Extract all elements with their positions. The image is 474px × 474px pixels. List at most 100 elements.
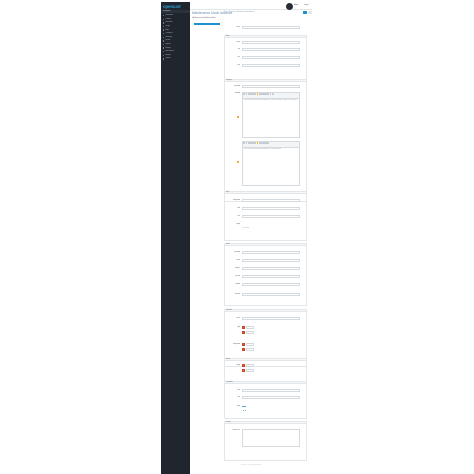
status-select[interactable]: Enabled (242, 26, 300, 29)
countdown-date-input[interactable]: 2017-01-01 (242, 389, 300, 392)
countdown-time-input[interactable]: 00:00 (242, 396, 300, 399)
text-editor-select[interactable]: Enabled (242, 85, 300, 88)
sidebar-item-label: Modules (165, 54, 172, 56)
facebook-row: Facebook Enabled (224, 251, 307, 254)
logout-link[interactable]: Logout (304, 5, 309, 6)
logo-thumbnail[interactable] (242, 326, 245, 329)
sidebar-item-label: Marketing (165, 36, 172, 38)
google-label: Google+ (235, 268, 240, 269)
message-editor[interactable]: We are currently performing scheduled ma… (242, 92, 300, 138)
linkedin-label: LinkedIn (235, 284, 240, 285)
bg-upload-field-2[interactable]: Upload (246, 348, 254, 351)
banner-thumbnail-2[interactable] (242, 369, 245, 372)
help-icon[interactable] (271, 93, 274, 96)
tag-icon (163, 18, 165, 21)
section-legend: Custom (225, 422, 306, 425)
subscribe-status-select[interactable]: Enabled (242, 317, 300, 320)
name-row: Name Maintenance (224, 41, 307, 44)
breadcrumb[interactable]: Home / Extensions / Maintenance Mode Adv… (224, 12, 254, 13)
message-label: Message (234, 93, 240, 94)
bg-thumbnail-2[interactable] (242, 348, 245, 351)
twitter-input[interactable]: http://twitter.com/ (242, 259, 300, 262)
linkedin-row: LinkedIn (224, 283, 307, 286)
color-input[interactable]: #FFF (242, 207, 300, 210)
save-button[interactable] (303, 10, 307, 14)
youtube-label: YouTube (234, 276, 240, 277)
linkedin-input[interactable] (242, 283, 300, 286)
image-row: Image (224, 223, 307, 226)
section-legend: Banner (225, 359, 306, 362)
custom-css-label: Custom CSS (232, 430, 241, 431)
countdown-toggle[interactable] (242, 406, 246, 408)
layout-icon (163, 58, 165, 60)
upload-image-link[interactable]: Upload image (242, 228, 249, 229)
sidebar-item-label: Settings (165, 47, 171, 49)
background-select[interactable]: Enabled (242, 199, 300, 202)
title-label: Title (237, 49, 240, 50)
cart-icon (163, 29, 165, 31)
editor-content[interactable]: We are currently performing scheduled ma… (243, 99, 299, 103)
size-input[interactable] (242, 215, 300, 218)
facebook-select[interactable]: Enabled (242, 251, 300, 254)
url-row: URL http://example.com/ (224, 56, 307, 59)
editor-content[interactable]: We are currently performing scheduled ma… (243, 148, 299, 152)
banner-upload-field[interactable]: Upload (246, 364, 254, 367)
dashboard-icon (163, 15, 165, 17)
radio-dot-icon[interactable] (244, 410, 246, 411)
sidebar-item-label: Extensions (165, 22, 173, 24)
pinterest-row: Pinterest http://pinterest.com/ (224, 293, 307, 296)
title-row: Title Site under maintenance (224, 48, 307, 51)
youtube-input[interactable]: http://youtube.com/ (242, 275, 300, 278)
section-legend: Social (225, 244, 306, 247)
size-row: Size (224, 215, 307, 218)
bg-thumbnail[interactable] (242, 343, 245, 346)
google-row: Google+ http://plus.google.com/ (224, 267, 307, 270)
youtube-row: YouTube http://youtube.com/ (224, 275, 307, 278)
google-input[interactable]: http://plus.google.com/ (242, 267, 300, 270)
custom-css-textarea[interactable] (242, 429, 300, 447)
opencart-logo[interactable]: opencart (163, 3, 188, 10)
radio-dot-icon[interactable] (242, 410, 244, 411)
header-username[interactable]: Admin (294, 5, 298, 6)
language-flag-icon (237, 116, 239, 118)
sidebar-item-label: Dashboard (165, 15, 173, 17)
countdown-date-row: Date 2017-01-01 (224, 389, 307, 392)
sidebar-item-label: Sales (165, 29, 170, 31)
text-editor-row: Text Editor Enabled (224, 85, 307, 88)
message-editor-2[interactable]: We are currently performing scheduled ma… (242, 141, 300, 186)
twitter-label: Twitter (236, 260, 240, 261)
tab-list: General Design Social Links Subscribe (194, 22, 220, 34)
sidebar-item-label: Maintenance (165, 51, 174, 53)
color-label: Color (236, 208, 240, 209)
banner-upload-field-2[interactable]: Upload (246, 369, 254, 372)
url-input[interactable]: http://example.com/ (242, 56, 300, 59)
sidebar-nav: Dashboard Catalog Extensions Design Sale… (161, 14, 190, 61)
pinterest-input[interactable]: http://pinterest.com/ (242, 293, 300, 296)
logo-label: Logo (237, 327, 240, 328)
logo-upload-field-2[interactable]: Upload (246, 331, 254, 334)
bg-upload-field[interactable]: Upload (246, 343, 254, 346)
back-button[interactable] (307, 10, 312, 14)
cog-icon (163, 40, 165, 42)
sidebar-item-label: Customers (165, 33, 173, 35)
user-icon (163, 33, 165, 35)
facebook-label: Facebook (234, 252, 240, 253)
countdown-date-label: Date (237, 390, 240, 391)
name-select[interactable]: Maintenance (242, 41, 300, 44)
subscribe-bg-label: Background (233, 344, 240, 345)
language-flag-icon (237, 161, 239, 163)
countdown-show-label: Show (236, 406, 240, 407)
logo-upload-field[interactable]: Upload (246, 326, 254, 329)
sidebar-item-layouts[interactable]: Layouts (161, 57, 190, 61)
banner-thumbnail[interactable] (242, 364, 245, 367)
title-input[interactable]: Site under maintenance (242, 48, 300, 51)
status-row: Status Enabled (224, 26, 307, 29)
avatar[interactable] (286, 2, 293, 10)
logo-thumbnail-2[interactable] (242, 331, 245, 334)
code-icon[interactable] (267, 142, 270, 145)
name-label: Name (236, 42, 240, 43)
status-label: Status (236, 27, 240, 28)
tab-subscribe[interactable]: Subscribe (194, 31, 220, 34)
date-input[interactable]: 2017-01-01 (242, 64, 300, 67)
content-panel: Edit Maintenance Mode Advance Module Gen… (190, 16, 312, 470)
